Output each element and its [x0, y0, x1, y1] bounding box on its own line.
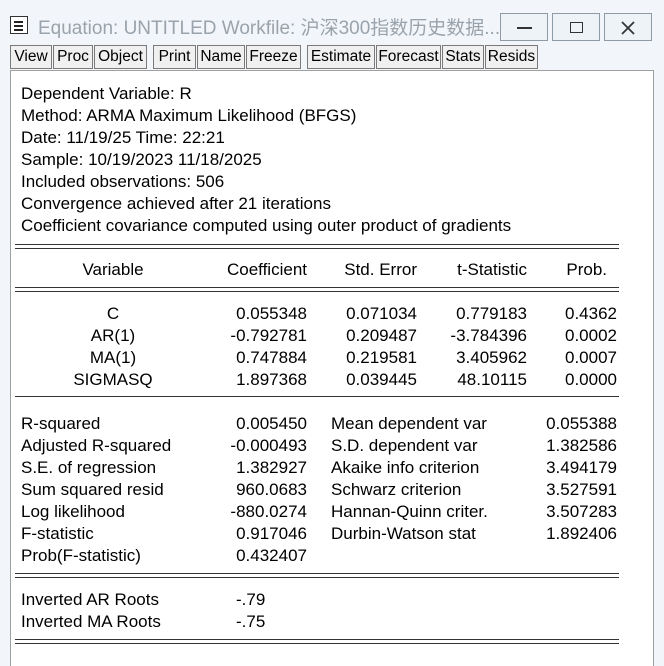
coef-std-error: 0.071034: [346, 304, 417, 323]
stat-label: Schwarz criterion: [331, 480, 462, 499]
coef-prob: 0.0002: [565, 326, 617, 345]
coef-t-statistic: 48.10115: [457, 370, 527, 389]
freeze-button[interactable]: Freeze: [246, 45, 301, 69]
forecast-button[interactable]: Forecast: [376, 45, 441, 69]
stat-label: S.E. of regression: [21, 458, 157, 477]
coef-t-statistic: 0.779183: [456, 304, 527, 323]
window-title: Equation: UNTITLED Workfile: 沪深300指数历史数据…: [38, 18, 501, 39]
coef-variable: AR(1): [90, 326, 136, 345]
estimate-button[interactable]: Estimate: [307, 45, 375, 69]
roots-label: Inverted AR Roots: [21, 590, 159, 609]
divider: [15, 573, 619, 578]
minimize-button[interactable]: [500, 13, 548, 41]
close-icon: [621, 21, 635, 35]
divider: [15, 244, 619, 249]
column-header-prob: Prob.: [566, 260, 607, 279]
column-header-std-error: Std. Error: [344, 260, 417, 279]
stat-value: -0.000493: [230, 436, 307, 455]
stat-label: R-squared: [21, 414, 101, 433]
observations-line: Included observations: 506: [21, 172, 225, 191]
coef-prob: 0.0007: [565, 348, 617, 367]
convergence-line: Convergence achieved after 21 iterations: [21, 194, 331, 213]
coef-value: 0.055348: [236, 304, 307, 323]
coef-variable: C: [106, 304, 120, 323]
stat-value: 3.527591: [546, 480, 617, 499]
stat-value: 0.917046: [236, 524, 307, 543]
divider: [15, 639, 619, 644]
stat-value: 0.055388: [546, 414, 617, 433]
date-time-line: Date: 11/19/25 Time: 22:21: [21, 128, 225, 147]
coef-prob: 0.0000: [565, 370, 617, 389]
stat-label: F-statistic: [21, 524, 94, 543]
stat-value: 3.507283: [546, 502, 617, 521]
roots-value: -.79: [236, 590, 266, 609]
coef-variable: SIGMASQ: [73, 370, 153, 389]
coef-std-error: 0.039445: [346, 370, 417, 389]
coef-value: 0.747884: [236, 348, 307, 367]
stat-value: 1.382927: [236, 458, 307, 477]
name-button[interactable]: Name: [197, 45, 245, 69]
maximize-button[interactable]: [552, 13, 600, 41]
title-bar[interactable]: Equation: UNTITLED Workfile: 沪深300指数历史数据…: [0, 0, 664, 44]
stat-label: Adjusted R-squared: [21, 436, 172, 455]
method-line: Method: ARMA Maximum Likelihood (BFGS): [21, 106, 357, 125]
coef-t-statistic: -3.784396: [450, 326, 527, 345]
coef-std-error: 0.219581: [346, 348, 417, 367]
stat-value: 960.0683: [236, 480, 307, 499]
estimation-output[interactable]: Dependent Variable: R Method: ARMA Maxim…: [10, 70, 654, 666]
coef-std-error: 0.209487: [346, 326, 417, 345]
maximize-icon: [570, 22, 583, 33]
stat-label: S.D. dependent var: [331, 436, 478, 455]
stat-label: Hannan-Quinn criter.: [331, 502, 488, 521]
stat-value: 0.432407: [236, 546, 307, 565]
column-header-coefficient: Coefficient: [226, 260, 307, 279]
stat-value: 1.382586: [546, 436, 617, 455]
roots-label: Inverted MA Roots: [21, 612, 161, 631]
roots-value: -.75: [236, 612, 266, 631]
column-header-variable: Variable: [82, 260, 144, 279]
stat-label: Mean dependent var: [331, 414, 487, 433]
stat-label: Akaike info criterion: [331, 458, 480, 477]
stat-value: -880.0274: [230, 502, 307, 521]
resids-button[interactable]: Resids: [485, 45, 538, 69]
coef-t-statistic: 3.405962: [456, 348, 527, 367]
stats-button[interactable]: Stats: [442, 45, 484, 69]
coef-prob: 0.4362: [565, 304, 617, 323]
view-button[interactable]: View: [10, 45, 52, 69]
dependent-variable-line: Dependent Variable: R: [21, 84, 192, 103]
stat-label: Durbin-Watson stat: [331, 524, 476, 543]
covariance-line: Coefficient covariance computed using ou…: [21, 216, 512, 235]
coef-variable: MA(1): [89, 348, 137, 367]
stat-label: Prob(F-statistic): [21, 546, 141, 565]
coef-value: 1.897368: [236, 370, 307, 389]
divider: [15, 287, 619, 292]
column-header-t-statistic: t-Statistic: [457, 260, 527, 279]
coef-value: -0.792781: [230, 326, 307, 345]
window-menu-icon[interactable]: [10, 16, 28, 34]
stat-value: 1.892406: [546, 524, 617, 543]
equation-window: Equation: UNTITLED Workfile: 沪深300指数历史数据…: [0, 0, 664, 666]
divider: [15, 396, 619, 397]
stat-value: 0.005450: [236, 414, 307, 433]
print-button[interactable]: Print: [153, 45, 196, 69]
sample-line: Sample: 10/19/2023 11/18/2025: [21, 150, 262, 169]
proc-button[interactable]: Proc: [53, 45, 93, 69]
minimize-icon: [517, 27, 532, 29]
object-button[interactable]: Object: [94, 45, 147, 69]
stat-value: 3.494179: [546, 458, 617, 477]
stat-label: Sum squared resid: [21, 480, 164, 499]
stat-label: Log likelihood: [21, 502, 125, 521]
close-button[interactable]: [604, 13, 652, 41]
